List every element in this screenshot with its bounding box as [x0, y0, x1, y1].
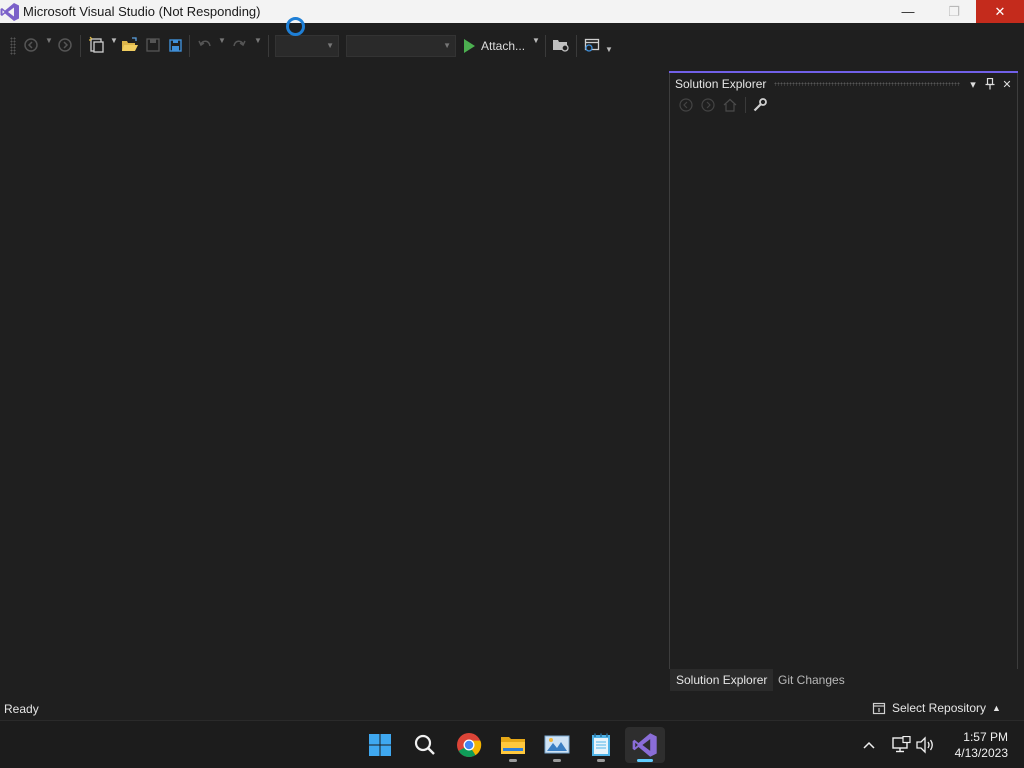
chevron-down-icon: ▼	[443, 41, 451, 50]
toolbar-separator	[576, 35, 577, 57]
repository-icon	[872, 702, 886, 715]
folder-icon	[501, 737, 525, 754]
chevron-down-icon: ▼	[326, 41, 334, 50]
save-icon[interactable]	[144, 36, 162, 54]
customize-toolbar-icon[interactable]: ▼	[605, 45, 613, 54]
pin-icon[interactable]	[983, 76, 997, 92]
chrome-icon	[457, 733, 482, 758]
status-bar: Ready Select Repository ▲	[0, 698, 1024, 720]
visual-studio-logo-icon	[0, 2, 20, 22]
solution-explorer-tabs: Solution Explorer Git Changes	[669, 669, 1018, 691]
minimize-button[interactable]: —	[885, 0, 931, 23]
toolbar-separator	[745, 97, 746, 113]
navigate-forward-icon[interactable]	[56, 36, 74, 54]
notepad-icon	[592, 733, 610, 756]
system-clock[interactable]: 1:57 PM 4/13/2023	[944, 729, 1008, 761]
toolbar-separator	[189, 35, 190, 57]
taskbar-photos[interactable]	[537, 727, 577, 763]
new-project-dropdown-icon[interactable]: ▼	[110, 36, 118, 45]
running-indicator	[637, 759, 653, 762]
tab-git-changes[interactable]: Git Changes	[772, 669, 851, 691]
volume-icon[interactable]	[914, 735, 936, 755]
open-file-icon[interactable]	[121, 36, 139, 54]
back-dropdown-icon[interactable]: ▼	[45, 36, 53, 45]
close-window-button[interactable]: ✕	[976, 0, 1024, 23]
running-indicator	[597, 759, 605, 762]
active-panel-accent	[669, 71, 1018, 73]
show-hidden-icons-button[interactable]	[860, 735, 878, 755]
forward-icon[interactable]	[700, 97, 716, 113]
save-all-icon[interactable]	[166, 36, 184, 54]
attach-label: Attach...	[481, 39, 526, 53]
solution-explorer-toolbar	[670, 94, 1017, 116]
toolbar-separator	[268, 35, 269, 57]
windows-taskbar: 1:57 PM 4/13/2023	[0, 720, 1024, 768]
start-button[interactable]	[360, 727, 400, 763]
solution-explorer-panel: Solution Explorer ▾ ✕	[669, 71, 1018, 691]
taskbar-search-button[interactable]	[405, 727, 445, 763]
search-icon	[414, 734, 435, 755]
attach-dropdown-icon[interactable]: ▼	[532, 36, 540, 45]
toolbar-separator	[80, 35, 81, 57]
clock-date: 4/13/2023	[954, 746, 1008, 760]
window-position-dropdown-icon[interactable]: ▾	[966, 76, 980, 92]
attach-button[interactable]: Attach...	[464, 35, 525, 57]
solution-explorer-header: Solution Explorer ▾ ✕	[670, 74, 1017, 94]
taskbar-file-explorer[interactable]	[493, 727, 533, 763]
undo-dropdown-icon[interactable]: ▼	[218, 36, 226, 45]
visual-studio-icon	[632, 733, 657, 757]
solution-explorer-title: Solution Explorer	[675, 77, 767, 91]
photos-icon	[544, 735, 570, 754]
properties-wrench-icon[interactable]	[752, 97, 768, 113]
back-icon[interactable]	[678, 97, 694, 113]
new-project-icon[interactable]	[88, 36, 106, 54]
home-icon[interactable]	[722, 97, 738, 113]
maximize-button[interactable]: ❐	[931, 0, 977, 23]
windows-logo-icon	[369, 734, 391, 756]
file-explorer-icon[interactable]	[552, 36, 570, 54]
chevron-up-icon: ▲	[992, 703, 1001, 713]
navigate-back-icon[interactable]	[22, 36, 40, 54]
running-indicator	[553, 759, 561, 762]
clock-time: 1:57 PM	[963, 730, 1008, 744]
solution-platform-combo[interactable]: ▼	[346, 35, 456, 57]
status-text: Ready	[4, 702, 39, 716]
redo-icon[interactable]	[230, 36, 248, 54]
busy-cursor-icon	[286, 17, 305, 36]
taskbar-notepad[interactable]	[581, 727, 621, 763]
redo-dropdown-icon[interactable]: ▼	[254, 36, 262, 45]
toolbar-separator	[545, 35, 546, 57]
tab-solution-explorer[interactable]: Solution Explorer	[670, 669, 774, 691]
title-bar: Microsoft Visual Studio (Not Responding)…	[0, 0, 1024, 36]
undo-icon[interactable]	[196, 36, 214, 54]
close-panel-button[interactable]: ✕	[1000, 76, 1014, 92]
window-layout-icon[interactable]	[583, 36, 601, 54]
running-indicator	[509, 759, 517, 762]
toolbar-grip[interactable]	[10, 37, 16, 55]
standard-toolbar: ▼ ▼ ▼ ▼ ▼ ▼ Attach... ▼ ▼	[0, 23, 1024, 69]
panel-drag-grip[interactable]	[774, 82, 960, 86]
select-repository-button[interactable]: Select Repository ▲	[872, 701, 1001, 715]
window-title: Microsoft Visual Studio (Not Responding)	[23, 4, 261, 19]
editor-area[interactable]	[0, 69, 668, 694]
taskbar-visual-studio[interactable]	[625, 727, 665, 763]
solution-configuration-combo[interactable]: ▼	[275, 35, 339, 57]
select-repository-label: Select Repository	[892, 701, 987, 715]
network-icon[interactable]	[890, 735, 912, 755]
start-play-icon	[464, 39, 475, 53]
taskbar-chrome[interactable]	[449, 727, 489, 763]
chevron-up-icon	[863, 741, 875, 749]
